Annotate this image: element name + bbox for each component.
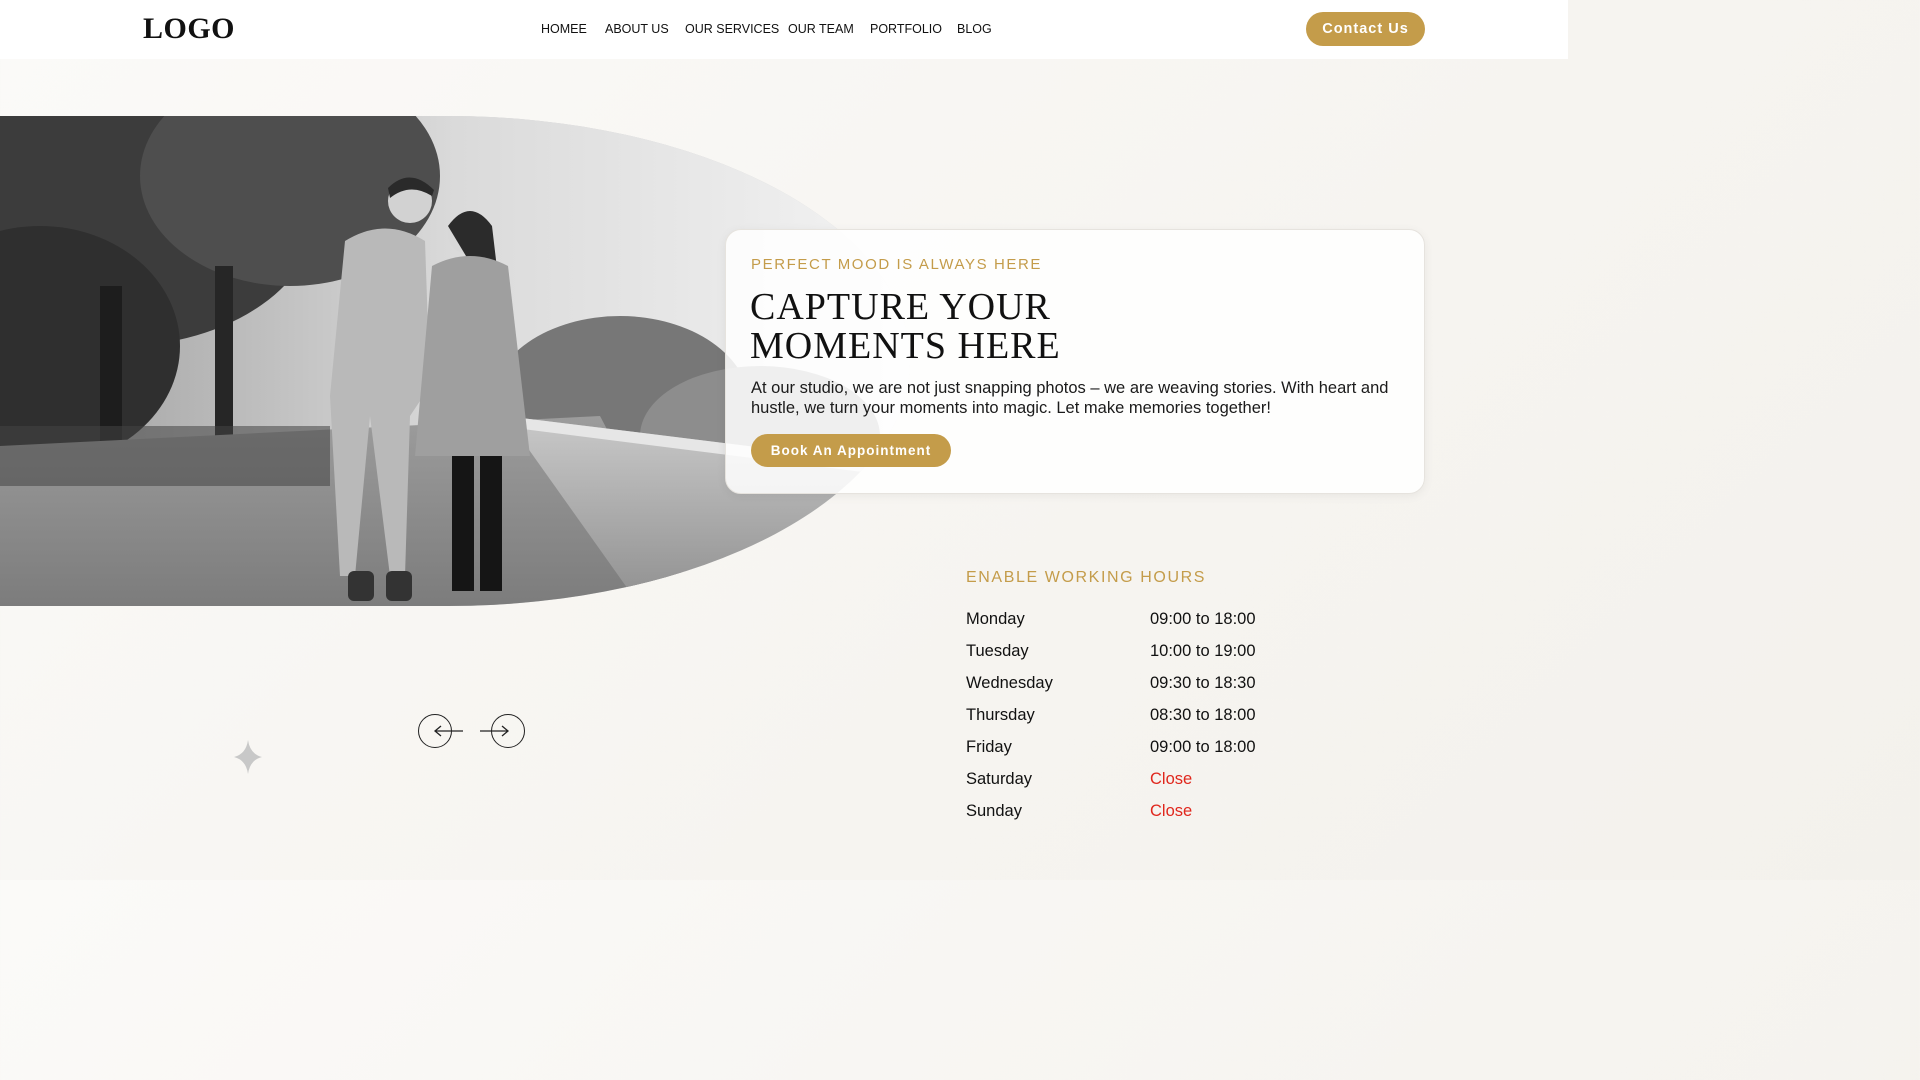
nav-item-about-us[interactable]: ABOUT US [605,22,669,36]
hours-time: Close [1150,802,1193,820]
sparkle-icon [234,740,262,774]
hours-day: Sunday [966,802,1022,820]
arrow-right-icon [480,725,510,737]
nav-item-our-services[interactable]: OUR SERVICES [685,22,779,36]
hero-headline-line-1: CAPTURE YOUR [750,286,1051,328]
hours-day: Friday [966,738,1012,756]
hero-card: PERFECT MOOD IS ALWAYS HERE CAPTURE YOUR… [725,229,1425,494]
slider-prev-button[interactable] [418,714,463,748]
hero-headline-line-2: MOMENTS HERE [750,325,1061,367]
book-appointment-button[interactable]: Book An Appointment [751,434,951,467]
nav-item-our-team[interactable]: OUR TEAM [788,22,854,36]
hero-eyebrow: PERFECT MOOD IS ALWAYS HERE [751,256,1043,273]
hours-day: Tuesday [966,642,1029,660]
hours-day: Saturday [966,770,1033,788]
hours-day: Wednesday [966,674,1053,692]
hours-time: Close [1150,770,1193,788]
slider-next-button[interactable] [480,714,525,748]
hours-time: 09:00 to 18:00 [1150,610,1256,628]
hero-headline: CAPTURE YOUR MOMENTS HERE [750,288,1350,366]
working-hours-list: Monday 09:00 to 18:00 Tuesday 10:00 to 19:0… [966,610,1366,834]
hours-row: Sunday Close [966,802,1366,834]
nav-item-portfolio[interactable]: PORTFOLIO [870,22,942,36]
hours-time: 09:00 to 18:00 [1150,738,1256,756]
hours-day: Monday [966,610,1025,628]
hours-row: Monday 09:00 to 18:00 [966,610,1366,642]
hours-row: Friday 09:00 to 18:00 [966,738,1366,770]
nav-item-blog[interactable]: BLOG [957,22,992,36]
hours-row: Thursday 08:30 to 18:00 [966,706,1366,738]
hours-day: Thursday [966,706,1035,724]
contact-us-button[interactable]: Contact Us [1306,12,1425,46]
hours-time: 09:30 to 18:30 [1150,674,1256,692]
top-navigation-bar: LOGO HOMEE ABOUT US OUR SERVICES OUR TEA… [0,0,1568,59]
hero-description: At our studio, we are not just snapping … [751,379,1389,417]
hours-row: Saturday Close [966,770,1366,802]
arrow-left-icon [433,725,463,737]
hours-time: 08:30 to 18:00 [1150,706,1256,724]
working-hours-title: ENABLE WORKING HOURS [966,569,1207,586]
hours-time: 10:00 to 19:00 [1150,642,1256,660]
nav-item-home[interactable]: HOMEE [541,22,587,36]
hours-row: Tuesday 10:00 to 19:00 [966,642,1366,674]
hours-row: Wednesday 09:30 to 18:30 [966,674,1366,706]
